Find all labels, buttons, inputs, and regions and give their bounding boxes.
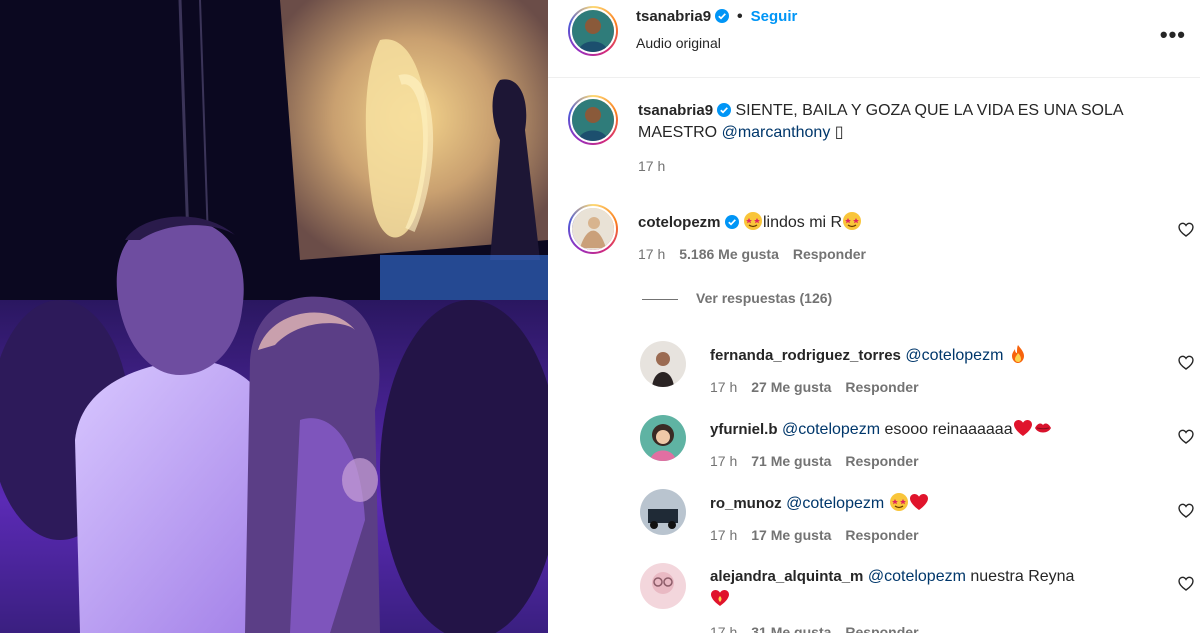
reply-text: fernanda_rodriguez_torres @cotelopezm <box>710 344 1028 367</box>
reply-mention[interactable]: @cotelopezm <box>782 421 880 438</box>
reply-avatar[interactable] <box>640 563 686 609</box>
caption-tail-glyph: ▯ <box>834 124 844 141</box>
reply-avatar[interactable] <box>640 489 686 535</box>
reply-likes[interactable]: 71 Me gusta <box>751 453 831 469</box>
comment-reply-button[interactable]: Responder <box>793 246 866 262</box>
reply-text: alejandra_alquinta_m @cotelopezm nuestra… <box>710 566 1170 611</box>
heart-on-fire-emoji-icon <box>711 590 729 606</box>
reply-mention[interactable]: @cotelopezm <box>905 347 1003 364</box>
follow-button[interactable]: Seguir <box>751 8 798 25</box>
like-heart-icon[interactable] <box>1178 355 1194 371</box>
caption-line-1: SIENTE, BAILA Y GOZA QUE LA VIDA ES UNA … <box>735 102 1124 119</box>
caption-line-2-prefix: MAESTRO <box>638 124 718 141</box>
comment-meta: 17 h 5.186 Me gusta Responder <box>638 246 866 262</box>
reply-reply-button[interactable]: Responder <box>845 624 918 633</box>
caption-time: 17 h <box>638 158 666 174</box>
post-media[interactable] <box>0 0 548 633</box>
verified-badge-icon <box>724 215 739 229</box>
reply-author[interactable]: alejandra_alquinta_m <box>710 568 863 585</box>
red-heart-emoji-icon <box>1013 420 1032 436</box>
header-title-row: tsanabria9 • Seguir <box>636 8 797 26</box>
reply-reply-button[interactable]: Responder <box>845 379 918 395</box>
reply-reply-button[interactable]: Responder <box>845 453 918 469</box>
caption-text: tsanabria9 SIENTE, BAILA Y GOZA QUE LA V… <box>638 100 1178 144</box>
reply-text: ro_munoz @cotelopezm <box>710 492 929 515</box>
reply-time: 17 h <box>710 453 738 469</box>
author-username[interactable]: tsanabria9 <box>636 8 711 25</box>
reply-author[interactable]: yfurniel.b <box>710 421 778 438</box>
red-heart-emoji-icon <box>909 494 928 510</box>
post-side-panel: tsanabria9 • Seguir Audio original ••• tsa… <box>548 0 1200 633</box>
reply-likes[interactable]: 17 Me gusta <box>751 527 831 543</box>
concert-photo <box>0 0 548 633</box>
view-replies-label: Ver respuestas (126) <box>696 290 833 306</box>
reply-likes[interactable]: 27 Me gusta <box>751 379 831 395</box>
caption-mention[interactable]: @marcanthony <box>722 124 831 141</box>
reply-meta: 17 h 71 Me gusta Responder <box>710 453 919 469</box>
reply-avatar[interactable] <box>640 415 686 461</box>
like-heart-icon[interactable] <box>1178 576 1194 592</box>
comment-avatar-image <box>572 208 614 250</box>
more-options-icon[interactable]: ••• <box>1160 22 1186 48</box>
view-replies-line <box>642 298 678 300</box>
reply-mention[interactable]: @cotelopezm <box>868 568 966 585</box>
fire-emoji-icon <box>1011 345 1024 363</box>
reply-meta: 17 h 31 Me gusta Responder <box>710 624 919 633</box>
reply-body: nuestra Reyna <box>970 568 1075 585</box>
caption-avatar[interactable] <box>568 95 618 145</box>
reply-avatar-image <box>640 563 686 609</box>
caption-avatar-image <box>572 99 614 141</box>
comment-author[interactable]: cotelopezm <box>638 214 721 231</box>
comment-text: cotelopezm lindos mi R <box>638 211 862 234</box>
comment-avatar[interactable] <box>568 204 618 254</box>
reply-time: 17 h <box>710 624 738 633</box>
like-heart-icon[interactable] <box>1178 222 1194 238</box>
star-struck-emoji-icon <box>743 212 762 230</box>
reply-text: yfurniel.b @cotelopezm esooo reinaaaaaa <box>710 418 1053 441</box>
reply-reply-button[interactable]: Responder <box>845 527 918 543</box>
reply-mention[interactable]: @cotelopezm <box>786 495 884 512</box>
kiss-mark-emoji-icon <box>1034 423 1051 433</box>
like-heart-icon[interactable] <box>1178 503 1194 519</box>
reply-likes[interactable]: 31 Me gusta <box>751 624 831 633</box>
caption-author[interactable]: tsanabria9 <box>638 102 713 119</box>
reply-avatar-image <box>640 415 686 461</box>
comment-body: lindos mi R <box>762 214 843 231</box>
reply-author[interactable]: ro_munoz <box>710 495 782 512</box>
reply-time: 17 h <box>710 379 738 395</box>
star-struck-emoji-icon <box>889 493 908 511</box>
comment-likes[interactable]: 5.186 Me gusta <box>679 246 779 262</box>
reply-time: 17 h <box>710 527 738 543</box>
author-avatar[interactable] <box>568 6 618 56</box>
view-replies-button[interactable]: Ver respuestas (126) <box>642 290 832 306</box>
post-header: tsanabria9 • Seguir Audio original ••• <box>548 0 1200 78</box>
audio-label[interactable]: Audio original <box>636 35 721 51</box>
author-avatar-image <box>572 10 614 52</box>
reply-avatar[interactable] <box>640 341 686 387</box>
reply-meta: 17 h 17 Me gusta Responder <box>710 527 919 543</box>
comment-time: 17 h <box>638 246 666 262</box>
reply-body: esooo reinaaaaaa <box>884 421 1013 438</box>
reply-author[interactable]: fernanda_rodriguez_torres <box>710 347 901 364</box>
verified-badge-icon <box>715 9 730 23</box>
separator-dot: • <box>737 8 743 25</box>
reply-avatar-image <box>640 341 686 387</box>
star-struck-emoji-icon <box>843 212 862 230</box>
verified-badge-icon <box>717 103 732 117</box>
like-heart-icon[interactable] <box>1178 429 1194 445</box>
reply-avatar-image <box>640 489 686 535</box>
reply-meta: 17 h 27 Me gusta Responder <box>710 379 919 395</box>
